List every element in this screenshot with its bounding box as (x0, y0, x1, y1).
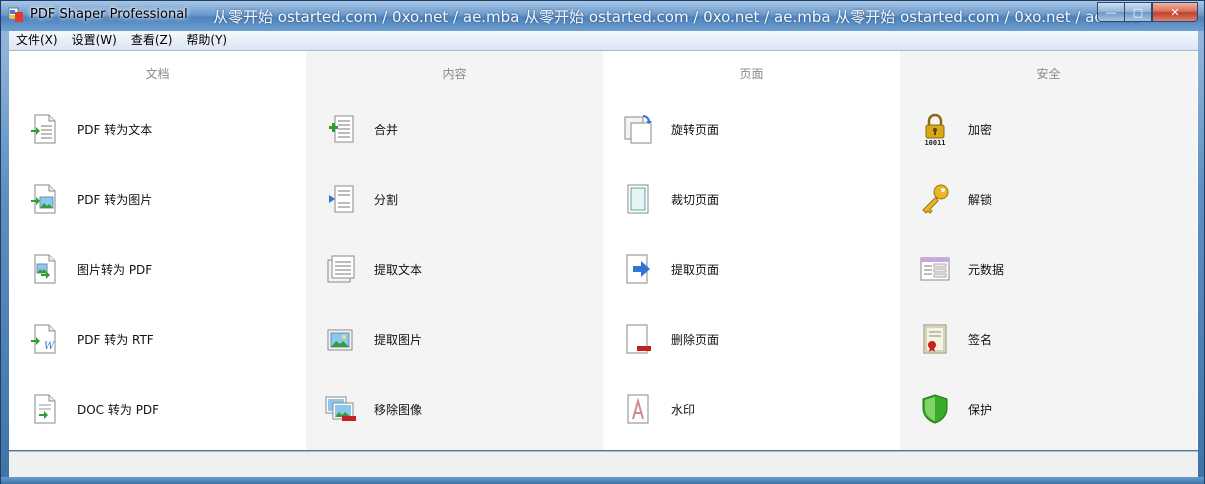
tool-label: 图片转为 PDF (77, 262, 153, 277)
column-content: 内容 合并 分割 提取文本 提取图片 移除图像 (306, 51, 603, 450)
tool-doc-to-pdf[interactable]: DOC 转为 PDF (27, 389, 159, 429)
window-title: PDF Shaper Professional (30, 7, 188, 22)
menu-help[interactable]: 帮助(Y) (179, 31, 234, 50)
title-watermark: 从零开始 ostarted.com / 0xo.net / ae.mba 从零开… (213, 8, 1142, 26)
menu-view[interactable]: 查看(Z) (124, 31, 180, 50)
tool-label: PDF 转为文本 (77, 122, 153, 137)
tool-label: 水印 (671, 402, 696, 417)
menu-settings[interactable]: 设置(W) (65, 31, 124, 50)
close-button[interactable]: ✕ (1152, 2, 1198, 22)
tool-label: 删除页面 (671, 332, 720, 347)
tool-extract-images[interactable]: 提取图片 (324, 319, 422, 359)
tool-label: 裁切页面 (671, 192, 720, 207)
column-document: 文档 PDF 转为文本 PDF 转为图片 图片转为 PDF W PDF 转为 R… (9, 51, 306, 450)
tool-extract-text[interactable]: 提取文本 (324, 249, 422, 289)
tool-label: PDF 转为 RTF (77, 332, 154, 347)
tool-watermark[interactable]: 水印 (621, 389, 695, 429)
tool-label: 元数据 (968, 262, 1005, 277)
tool-remove-images[interactable]: 移除图像 (324, 389, 422, 429)
metadata-icon (918, 252, 952, 286)
tool-delete-pages[interactable]: 删除页面 (621, 319, 719, 359)
svg-text:W: W (44, 341, 55, 352)
tool-rotate-pages[interactable]: 旋转页面 (621, 109, 719, 149)
tool-merge[interactable]: 合并 (324, 109, 398, 149)
tool-label: 签名 (968, 332, 993, 347)
crop-pages-icon (621, 182, 655, 216)
app-logo-icon[interactable] (8, 7, 24, 23)
tool-label: 旋转页面 (671, 122, 720, 137)
column-header-security: 安全 (1036, 67, 1061, 81)
column-pages: 页面 旋转页面 裁切页面 提取页面 删除页面 水印 (603, 51, 900, 450)
tool-pdf-to-image[interactable]: PDF 转为图片 (27, 179, 152, 219)
minimize-button[interactable]: — (1097, 2, 1124, 22)
doc-to-pdf-icon (27, 392, 61, 426)
tool-pdf-to-text[interactable]: PDF 转为文本 (27, 109, 152, 149)
encrypt-lock-icon: 10011 (918, 112, 952, 146)
tool-label: 合并 (374, 122, 399, 137)
tool-label: 提取页面 (671, 262, 720, 277)
minimize-icon: — (1105, 5, 1117, 19)
image-to-pdf-icon (27, 252, 61, 286)
tool-split[interactable]: 分割 (324, 179, 398, 219)
merge-icon (324, 112, 358, 146)
tool-unlock[interactable]: 解锁 (918, 179, 992, 219)
tool-label: 移除图像 (374, 402, 423, 417)
app-window: PDF Shaper Professional 从零开始 ostarted.co… (0, 0, 1205, 484)
protect-shield-icon (918, 392, 952, 426)
extract-images-icon (324, 322, 358, 356)
tool-label: 提取图片 (374, 332, 423, 347)
split-icon (324, 182, 358, 216)
watermark-icon (621, 392, 655, 426)
maximize-icon: □ (1132, 5, 1144, 19)
tool-label: 解锁 (968, 192, 993, 207)
window-bottom-frame (1, 477, 1204, 484)
window-controls: — □ ✕ (1097, 2, 1198, 22)
tool-label: DOC 转为 PDF (77, 402, 160, 417)
close-icon: ✕ (1170, 5, 1180, 19)
unlock-key-icon (918, 182, 952, 216)
tool-pdf-to-rtf[interactable]: W PDF 转为 RTF (27, 319, 154, 359)
tool-signature[interactable]: 签名 (918, 319, 992, 359)
tool-label: PDF 转为图片 (77, 192, 153, 207)
extract-pages-icon (621, 252, 655, 286)
menu-bar: 文件(X) 设置(W) 查看(Z) 帮助(Y) (9, 31, 1198, 51)
tool-extract-pages[interactable]: 提取页面 (621, 249, 719, 289)
tool-encrypt[interactable]: 10011 加密 (918, 109, 992, 149)
menu-file[interactable]: 文件(X) (9, 31, 65, 50)
pdf-to-text-icon (27, 112, 61, 146)
remove-images-icon (324, 392, 358, 426)
signature-certificate-icon (918, 322, 952, 356)
tool-label: 分割 (374, 192, 399, 207)
tool-panel: 文档 PDF 转为文本 PDF 转为图片 图片转为 PDF W PDF 转为 R… (9, 51, 1198, 450)
pdf-to-rtf-icon: W (27, 322, 61, 356)
column-header-document: 文档 (145, 67, 170, 81)
tool-crop-pages[interactable]: 裁切页面 (621, 179, 719, 219)
rotate-pages-icon (621, 112, 655, 146)
tool-image-to-pdf[interactable]: 图片转为 PDF (27, 249, 152, 289)
column-header-pages: 页面 (739, 67, 764, 81)
delete-pages-icon (621, 322, 655, 356)
tool-label: 提取文本 (374, 262, 423, 277)
column-header-content: 内容 (442, 67, 467, 81)
tool-label: 加密 (968, 122, 993, 137)
title-bar[interactable]: PDF Shaper Professional 从零开始 ostarted.co… (1, 1, 1204, 31)
lock-binary-text: 10011 (924, 139, 945, 146)
tool-metadata[interactable]: 元数据 (918, 249, 1004, 289)
column-security: 安全 10011 加密 解锁 元数据 签名 保护 (900, 51, 1197, 450)
tool-protect[interactable]: 保护 (918, 389, 992, 429)
tool-label: 保护 (968, 402, 993, 417)
maximize-button[interactable]: □ (1124, 2, 1152, 22)
extract-text-icon (324, 252, 358, 286)
pdf-to-image-icon (27, 182, 61, 216)
status-bar (9, 451, 1198, 477)
